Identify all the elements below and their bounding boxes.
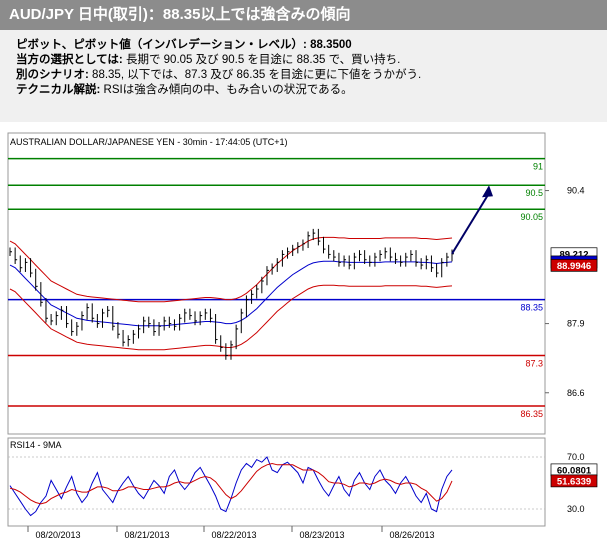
price-tick-label-0: 90.4 [567, 186, 585, 196]
page-title: AUD/JPY 日中(取引)：88.35以上では強含みの傾向 [0, 0, 607, 30]
level-label-0: 91 [533, 162, 543, 172]
pivot-row: ピボット、ピボット値（インバレデーション・レベル）: 88.3500 [16, 38, 607, 53]
level-label-1: 90.5 [525, 188, 543, 198]
technical-row: テクニカル解説: RSIは強含み傾向の中、もみ合いの状況である。 [16, 83, 607, 98]
rsi-panel-frame [7, 437, 546, 527]
price-panel-frame [7, 132, 546, 435]
level-label-5: 86.35 [520, 409, 543, 419]
x-label-2: 08/22/2013 [211, 530, 256, 540]
level-label-3: 88.35 [520, 303, 543, 313]
analysis-box: ピボット、ピボット値（インバレデーション・レベル）: 88.3500 当方の選択… [0, 30, 607, 122]
level-label-2: 90.05 [520, 212, 543, 222]
x-label-0: 08/20/2013 [35, 530, 80, 540]
price-badge-label-2: 88.9946 [557, 261, 591, 272]
x-label-4: 08/26/2013 [389, 530, 434, 540]
price-tick-label-2: 86.6 [567, 388, 585, 398]
chart-area: AUSTRALIAN DOLLAR/JAPANESE YEN - 30min -… [7, 132, 598, 540]
alternative-label: 別のシナリオ: [16, 69, 89, 81]
level-label-4: 87.3 [525, 359, 543, 369]
technical-text: RSIは強含み傾向の中、もみ合いの状況である。 [103, 84, 353, 96]
x-label-1: 08/21/2013 [124, 530, 169, 540]
pivot-value: 88.3500 [310, 39, 352, 51]
projection-arrow-line [451, 192, 490, 255]
chart-title: AUSTRALIAN DOLLAR/JAPANESE YEN - 30min -… [10, 137, 288, 147]
rsi-line [9, 456, 453, 517]
rsi-tick-label-1: 30.0 [567, 504, 585, 514]
rsi-panel-label: RSI14 - 9MA [10, 440, 62, 450]
rsi-tick-label-0: 70.0 [567, 452, 585, 462]
alternative-row: 別のシナリオ: 88.35, 以下では、87.3 及び 86.35 を目途に更に… [16, 68, 607, 83]
pivot-label: ピボット、ピボット値（インバレデーション・レベル）: [16, 39, 307, 51]
envelope-upper [9, 236, 453, 303]
preferred-label: 当方の選択としては: [16, 54, 123, 66]
rsi-badge-label-1: 51.6339 [557, 476, 591, 487]
projection-arrow-head [482, 185, 493, 198]
technical-label: テクニカル解説: [16, 84, 101, 96]
price-tick-label-1: 87.9 [567, 319, 585, 329]
alternative-text: 88.35, 以下では、87.3 及び 86.35 を目途に更に下値をうかがう. [92, 69, 422, 81]
x-label-3: 08/23/2013 [299, 530, 344, 540]
preferred-row: 当方の選択としては: 長期で 90.05 及び 90.5 を目途に 88.35 … [16, 53, 607, 68]
preferred-text: 長期で 90.05 及び 90.5 を目途に 88.35 で、買い持ち. [125, 54, 401, 66]
